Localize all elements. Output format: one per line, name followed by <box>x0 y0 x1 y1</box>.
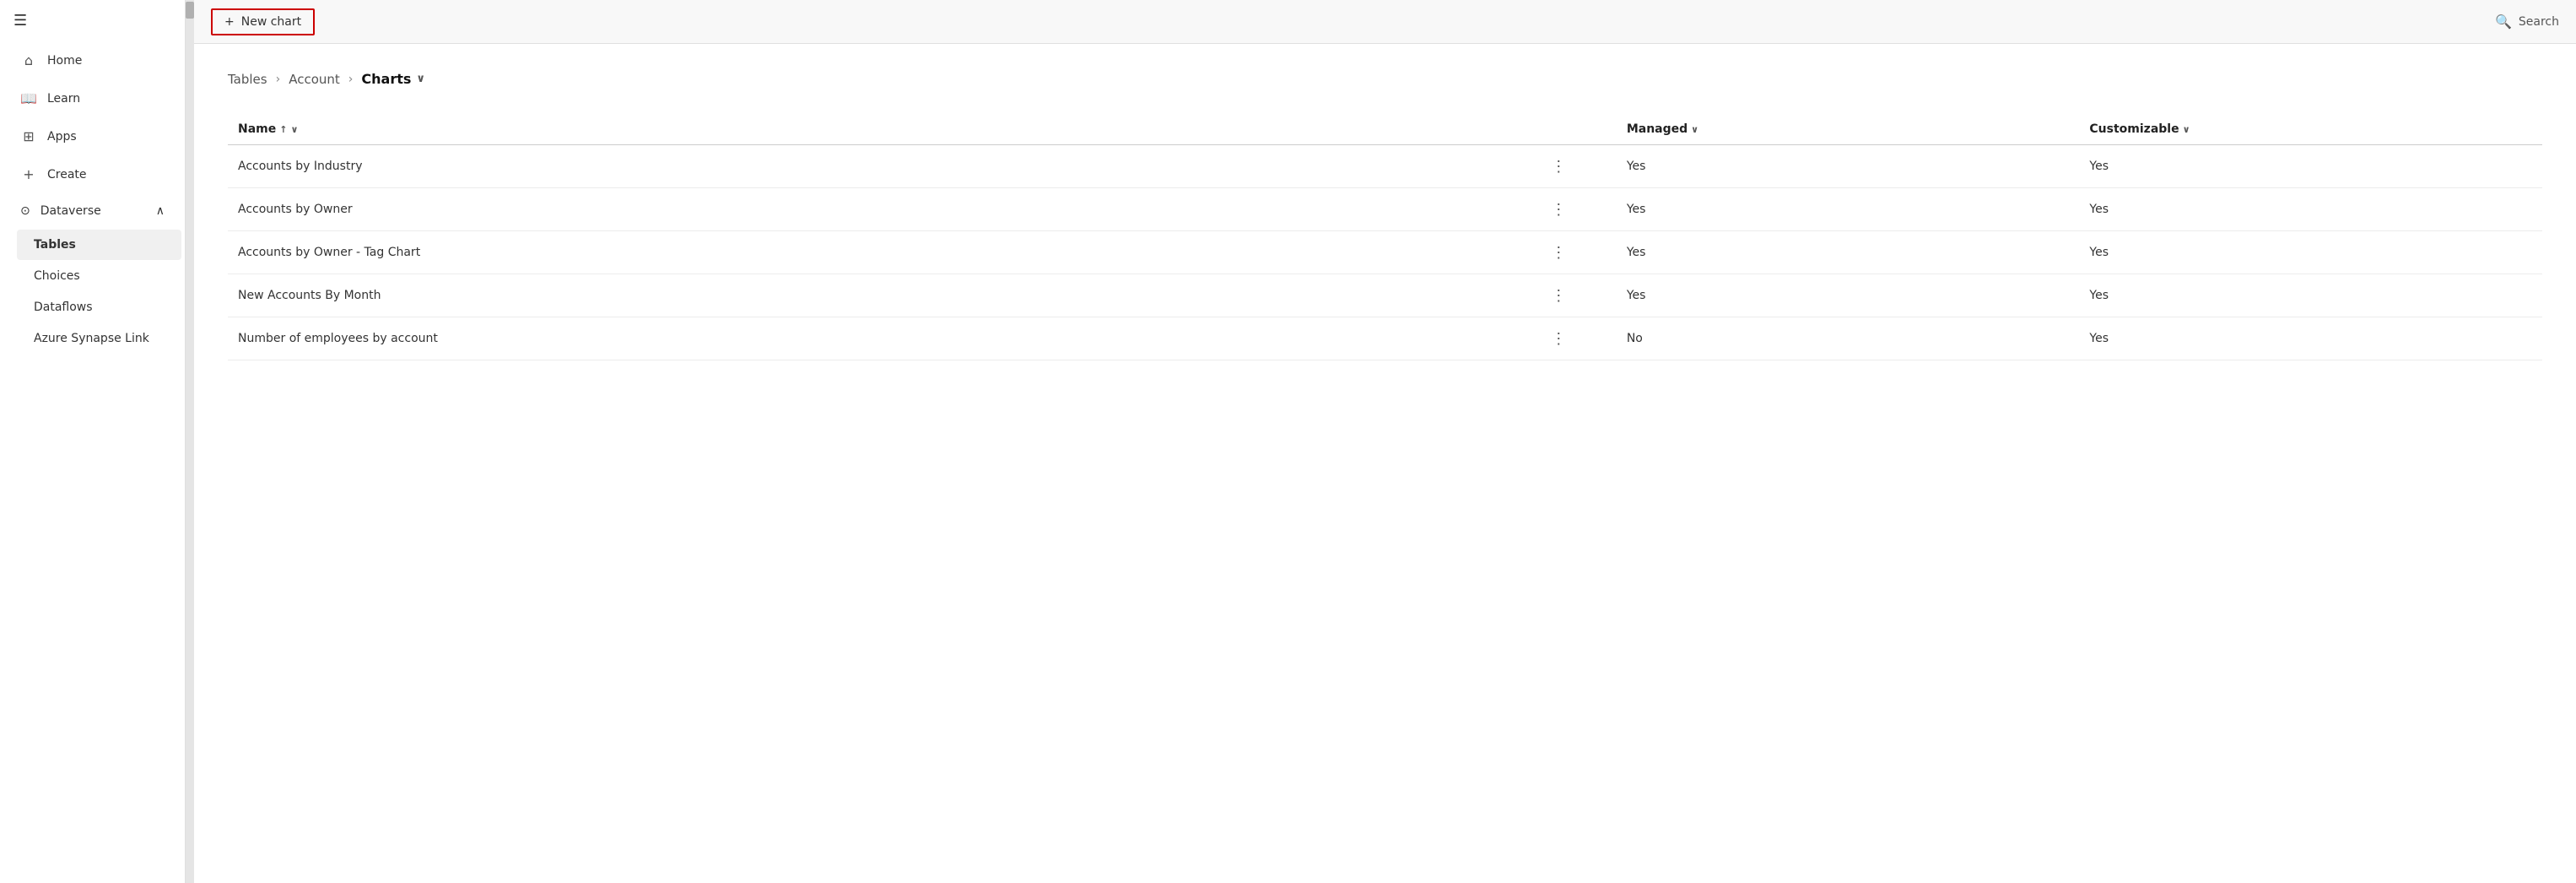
charts-table: Name ↑ ∨ Managed ∨ Cust <box>228 114 2542 360</box>
row-managed-1: Yes <box>1617 188 2080 231</box>
sort-asc-icon[interactable]: ↑ <box>279 124 287 135</box>
create-icon: + <box>20 166 37 182</box>
sidebar-scrollbar[interactable] <box>186 0 194 883</box>
col-header-customizable: Customizable ∨ <box>2079 114 2542 145</box>
dataverse-icon: ⊙ <box>20 204 30 218</box>
sidebar-scroll-thumb[interactable] <box>186 2 194 19</box>
row-actions-2: ⋮ <box>1501 231 1617 274</box>
breadcrumb-account[interactable]: Account <box>289 72 340 87</box>
sidebar-item-dataflows[interactable]: Dataflows <box>17 292 181 322</box>
sidebar-item-create-label: Create <box>47 168 87 181</box>
col-managed-label: Managed <box>1627 122 1688 136</box>
sidebar-item-create[interactable]: + Create <box>3 156 181 192</box>
sidebar-item-azure-synapse[interactable]: Azure Synapse Link <box>17 323 181 354</box>
hamburger-icon[interactable]: ☰ <box>14 12 27 30</box>
breadcrumb-tables[interactable]: Tables <box>228 72 267 87</box>
sidebar-item-home[interactable]: ⌂ Home <box>3 42 181 79</box>
breadcrumb-sep-2: › <box>348 73 354 86</box>
chevron-up-icon: ∧ <box>156 204 165 218</box>
table-header: Name ↑ ∨ Managed ∨ Cust <box>228 114 2542 145</box>
sidebar-item-choices-label: Choices <box>34 269 80 283</box>
main-area: + New chart 🔍 Search Tables › Account › … <box>194 0 2576 883</box>
sidebar-item-apps[interactable]: ⊞ Apps <box>3 118 181 154</box>
row-name-4: Number of employees by account <box>228 317 1501 360</box>
col-header-managed: Managed ∨ <box>1617 114 2080 145</box>
row-managed-0: Yes <box>1617 145 2080 188</box>
sidebar-item-choices[interactable]: Choices <box>17 261 181 291</box>
search-label: Search <box>2519 15 2559 29</box>
row-context-menu-btn-2[interactable]: ⋮ <box>1546 243 1571 262</box>
apps-icon: ⊞ <box>20 128 37 144</box>
sidebar-item-home-label: Home <box>47 54 82 68</box>
plus-icon: + <box>224 15 235 29</box>
sidebar-item-dataverse-label: Dataverse <box>41 204 101 218</box>
content-area: Tables › Account › Charts ∨ Name ↑ ∨ <box>194 44 2576 883</box>
row-name-3: New Accounts By Month <box>228 274 1501 317</box>
row-name-0: Accounts by Industry <box>228 145 1501 188</box>
row-context-menu-btn-1[interactable]: ⋮ <box>1546 200 1571 219</box>
table-body: Accounts by Industry⋮YesYesAccounts by O… <box>228 145 2542 360</box>
home-icon: ⌂ <box>20 52 37 68</box>
table-row[interactable]: Accounts by Owner - Tag Chart ⋮ YesYes <box>228 231 2542 274</box>
sidebar-item-dataflows-label: Dataflows <box>34 301 93 314</box>
new-chart-label: New chart <box>241 15 301 29</box>
search-area[interactable]: 🔍 Search <box>2495 14 2559 30</box>
row-context-menu-btn-3[interactable]: ⋮ <box>1546 286 1571 305</box>
row-actions-3: ⋮ <box>1501 274 1617 317</box>
col-name-label: Name <box>238 122 276 136</box>
row-actions-4: ⋮ <box>1501 317 1617 360</box>
row-customizable-0: Yes <box>2079 145 2542 188</box>
col-header-actions-spacer <box>1501 114 1617 145</box>
col-customizable-label: Customizable <box>2089 122 2179 136</box>
customizable-sort-icon[interactable]: ∨ <box>2183 124 2190 135</box>
learn-icon: 📖 <box>20 90 37 106</box>
row-customizable-2: Yes <box>2079 231 2542 274</box>
row-customizable-1: Yes <box>2079 188 2542 231</box>
search-icon: 🔍 <box>2495 14 2512 30</box>
row-actions-1: ⋮ <box>1501 188 1617 231</box>
breadcrumb: Tables › Account › Charts ∨ <box>228 71 2542 87</box>
table-row[interactable]: Number of employees by account ⋮ NoYes <box>228 317 2542 360</box>
row-customizable-3: Yes <box>2079 274 2542 317</box>
sidebar-item-tables[interactable]: Tables <box>17 230 181 260</box>
row-name-1: Accounts by Owner <box>228 188 1501 231</box>
sort-desc-icon[interactable]: ∨ <box>290 124 298 135</box>
row-name-2: Accounts by Owner - Tag Chart <box>228 231 1501 274</box>
table-row[interactable]: New Accounts By Month ⋮ YesYes <box>228 274 2542 317</box>
sidebar-item-learn-label: Learn <box>47 92 80 106</box>
sidebar-top: ☰ <box>0 0 185 41</box>
sidebar-item-tables-label: Tables <box>34 238 76 252</box>
row-context-menu-btn-0[interactable]: ⋮ <box>1546 157 1571 176</box>
row-customizable-4: Yes <box>2079 317 2542 360</box>
topbar: + New chart 🔍 Search <box>194 0 2576 44</box>
row-actions-0: ⋮ <box>1501 145 1617 188</box>
breadcrumb-dropdown-icon[interactable]: ∨ <box>416 73 425 85</box>
row-managed-4: No <box>1617 317 2080 360</box>
sidebar-item-azure-synapse-label: Azure Synapse Link <box>34 332 149 345</box>
sidebar-item-dataverse[interactable]: ⊙ Dataverse ∧ <box>3 194 181 228</box>
table-row[interactable]: Accounts by Industry ⋮ YesYes <box>228 145 2542 188</box>
col-header-name: Name ↑ ∨ <box>228 114 1501 145</box>
row-context-menu-btn-4[interactable]: ⋮ <box>1546 329 1571 348</box>
sidebar-item-apps-label: Apps <box>47 130 77 144</box>
row-managed-3: Yes <box>1617 274 2080 317</box>
breadcrumb-sep-1: › <box>276 73 281 86</box>
managed-sort-icon[interactable]: ∨ <box>1691 124 1698 135</box>
breadcrumb-current-label: Charts <box>361 71 411 87</box>
new-chart-button[interactable]: + New chart <box>211 8 315 35</box>
table-row[interactable]: Accounts by Owner ⋮ YesYes <box>228 188 2542 231</box>
row-managed-2: Yes <box>1617 231 2080 274</box>
sidebar-item-learn[interactable]: 📖 Learn <box>3 80 181 116</box>
breadcrumb-current: Charts ∨ <box>361 71 425 87</box>
sidebar-sub-items: Tables Choices Dataflows Azure Synapse L… <box>0 229 185 355</box>
sidebar: ☰ ⌂ Home 📖 Learn ⊞ Apps + Create ⊙ Datav… <box>0 0 186 883</box>
